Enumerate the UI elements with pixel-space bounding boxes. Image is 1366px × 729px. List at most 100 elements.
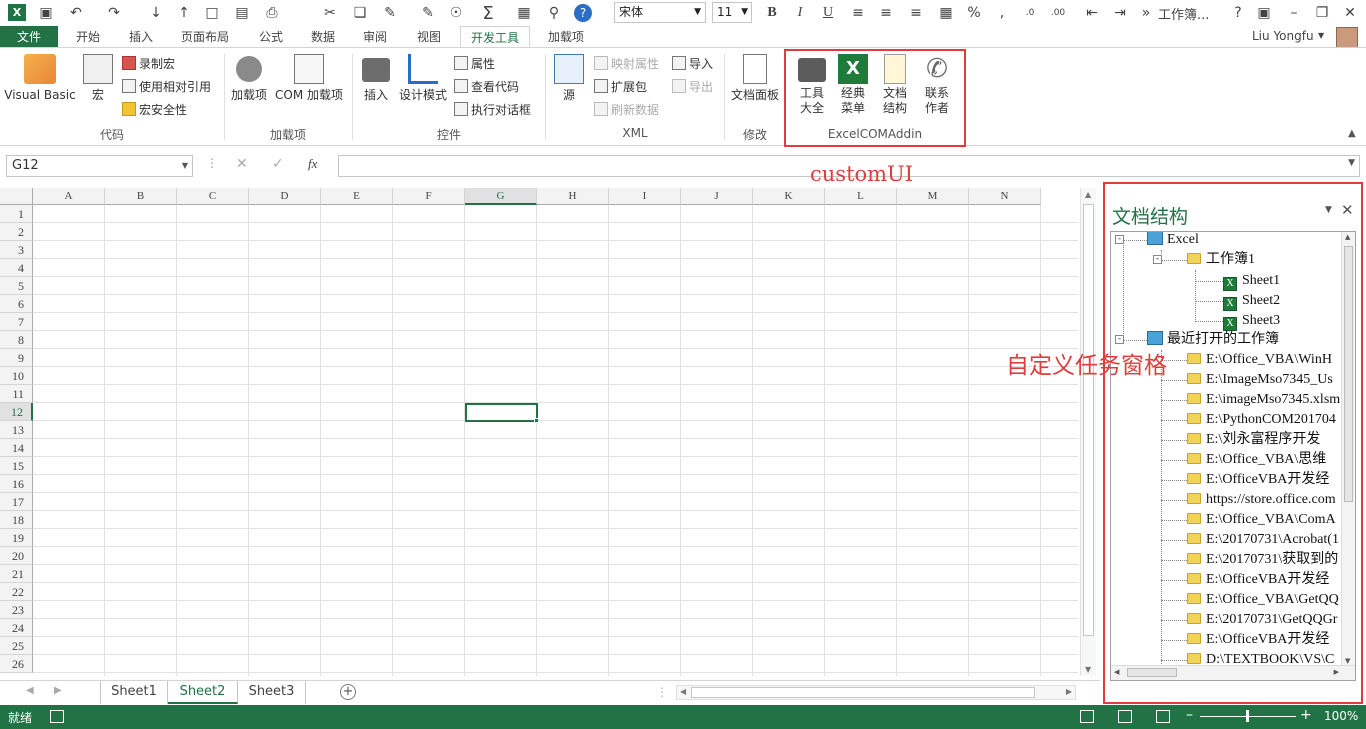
sort-asc-icon[interactable]: ↓: [146, 3, 166, 23]
tree-node-recent-file[interactable]: E:\Office_VBA\ComA: [1187, 510, 1336, 530]
h-scroll-thumb[interactable]: [691, 687, 1035, 698]
tree-h-scroll-thumb[interactable]: [1127, 668, 1177, 677]
tab-page-layout[interactable]: 页面布局: [172, 26, 238, 48]
column-header-k[interactable]: K: [753, 188, 825, 205]
sum-icon[interactable]: Σ: [478, 3, 498, 24]
tab-file[interactable]: 文件: [0, 26, 58, 48]
row-header-17[interactable]: 17: [0, 493, 33, 511]
row-header-14[interactable]: 14: [0, 439, 33, 457]
ribbon-display-icon[interactable]: ▣: [1254, 3, 1274, 23]
insert-control-button[interactable]: 插入: [358, 54, 394, 103]
tree-hscrollbar[interactable]: ◀ ▶: [1111, 665, 1355, 680]
scroll-up-icon[interactable]: ▲: [1085, 190, 1091, 199]
decrease-decimal-icon[interactable]: .00: [1048, 3, 1068, 23]
tree-node-recent-file[interactable]: E:\刘永富程序开发: [1187, 430, 1320, 450]
tab-split-grip-icon[interactable]: ⋮: [656, 685, 668, 699]
tree-node-recent-file[interactable]: E:\Office_VBA\GetQQ: [1187, 590, 1339, 610]
fill-handle[interactable]: [534, 418, 539, 423]
tab-developer[interactable]: 开发工具: [460, 26, 530, 48]
more-icon[interactable]: »: [1136, 3, 1156, 23]
new-file-icon[interactable]: □: [202, 3, 222, 23]
tree-node-sheet[interactable]: X Sheet2: [1223, 291, 1280, 311]
tree-node-recent-file[interactable]: E:\20170731\GetQQGr: [1187, 610, 1337, 630]
name-box[interactable]: G12 ▼: [6, 155, 193, 177]
macros-button[interactable]: 宏: [80, 54, 116, 103]
row-header-2[interactable]: 2: [0, 223, 33, 241]
tree-node-recent-file[interactable]: E:\OfficeVBA开发经: [1187, 630, 1329, 650]
properties-button[interactable]: 属性: [454, 54, 495, 74]
expansion-packs-button[interactable]: 扩展包: [594, 77, 647, 97]
row-header-4[interactable]: 4: [0, 259, 33, 277]
record-macro-button[interactable]: 录制宏: [122, 54, 175, 74]
tree-node-recent-file[interactable]: E:\ImageMso7345_Us: [1187, 370, 1333, 390]
sheet-tab-sheet3[interactable]: Sheet3: [238, 681, 306, 704]
font-size-select[interactable]: 11 ▼: [712, 2, 752, 23]
row-header-8[interactable]: 8: [0, 331, 33, 349]
column-header-f[interactable]: F: [393, 188, 465, 205]
comma-icon[interactable]: ,: [992, 3, 1012, 23]
column-header-b[interactable]: B: [105, 188, 177, 205]
tab-addins[interactable]: 加载项: [538, 26, 594, 48]
insert-function-button[interactable]: fx: [308, 156, 317, 172]
scroll-left-icon[interactable]: ◀: [1114, 668, 1119, 676]
active-cell[interactable]: [465, 403, 538, 422]
tree-node-recent-file[interactable]: E:\Office_VBA\思维: [1187, 450, 1326, 470]
enter-formula-icon[interactable]: ✓: [272, 156, 284, 172]
row-header-6[interactable]: 6: [0, 295, 33, 313]
tree-node-recent-file[interactable]: https://store.office.com: [1187, 490, 1336, 510]
row-header-21[interactable]: 21: [0, 565, 33, 583]
column-header-e[interactable]: E: [321, 188, 393, 205]
font-name-select[interactable]: 宋体 ▼: [614, 2, 706, 23]
save-icon[interactable]: ▣: [36, 3, 56, 23]
scroll-down-icon[interactable]: ▼: [1085, 665, 1091, 674]
row-header-18[interactable]: 18: [0, 511, 33, 529]
help-question-icon[interactable]: ?: [1228, 3, 1248, 23]
horizontal-scrollbar[interactable]: ◀ ▶: [676, 685, 1076, 700]
copy-icon[interactable]: ❏: [350, 3, 370, 23]
italic-icon[interactable]: I: [790, 3, 810, 23]
sheet-tab-sheet1[interactable]: Sheet1: [100, 681, 168, 704]
zoom-level[interactable]: 100%: [1324, 709, 1358, 723]
bold-icon[interactable]: B: [762, 3, 782, 23]
align-center-icon[interactable]: ≡: [876, 3, 896, 23]
row-header-16[interactable]: 16: [0, 475, 33, 493]
row-header-24[interactable]: 24: [0, 619, 33, 637]
visual-basic-button[interactable]: Visual Basic: [4, 54, 76, 103]
page-layout-view-icon[interactable]: [1118, 710, 1132, 723]
tab-data[interactable]: 数据: [300, 26, 346, 48]
tree-node-recent-file[interactable]: E:\20170731\获取到的: [1187, 550, 1338, 570]
sheet-prev-icon[interactable]: ◀: [26, 685, 34, 696]
tree-node-recent-file[interactable]: E:\OfficeVBA开发经: [1187, 470, 1329, 490]
com-addins-button[interactable]: COM 加载项: [272, 54, 346, 103]
tree-node-sheet[interactable]: X Sheet1: [1223, 271, 1280, 291]
tree-node-recent-file[interactable]: E:\20170731\Acrobat(1: [1187, 530, 1339, 550]
column-header-a[interactable]: A: [33, 188, 105, 205]
merge-icon[interactable]: ▦: [936, 3, 956, 23]
design-mode-button[interactable]: 设计模式: [396, 54, 450, 103]
row-header-9[interactable]: 9: [0, 349, 33, 367]
add-sheet-icon[interactable]: +: [340, 684, 356, 700]
normal-view-icon[interactable]: [1080, 710, 1094, 723]
user-name[interactable]: Liu Yongfu: [1252, 29, 1314, 43]
macro-security-button[interactable]: 宏安全性: [122, 100, 187, 120]
tree-vscrollbar[interactable]: ▲ ▼: [1341, 232, 1355, 666]
tree-node-recent-file[interactable]: E:\OfficeVBA开发经: [1187, 570, 1329, 590]
row-header-22[interactable]: 22: [0, 583, 33, 601]
pane-options-icon[interactable]: ▼: [1325, 205, 1332, 215]
sheet-next-icon[interactable]: ▶: [54, 685, 62, 696]
page-break-view-icon[interactable]: [1156, 710, 1170, 723]
format-painter-icon[interactable]: ✎: [418, 3, 438, 23]
column-header-n[interactable]: N: [969, 188, 1041, 205]
column-header-l[interactable]: L: [825, 188, 897, 205]
refresh-data-button[interactable]: 刷新数据: [594, 100, 659, 120]
align-right-icon[interactable]: ≡: [906, 3, 926, 23]
vertical-scrollbar[interactable]: ▲ ▼: [1080, 188, 1096, 676]
export-button[interactable]: 导出: [672, 77, 713, 97]
select-all-corner[interactable]: [0, 188, 33, 205]
macro-record-status-icon[interactable]: [50, 710, 64, 723]
tab-home[interactable]: 开始: [64, 26, 112, 48]
row-header-12[interactable]: 12: [0, 403, 33, 421]
tab-formulas[interactable]: 公式: [248, 26, 294, 48]
tree-node-sheet[interactable]: X Sheet3: [1223, 311, 1280, 331]
column-header-i[interactable]: I: [609, 188, 681, 205]
